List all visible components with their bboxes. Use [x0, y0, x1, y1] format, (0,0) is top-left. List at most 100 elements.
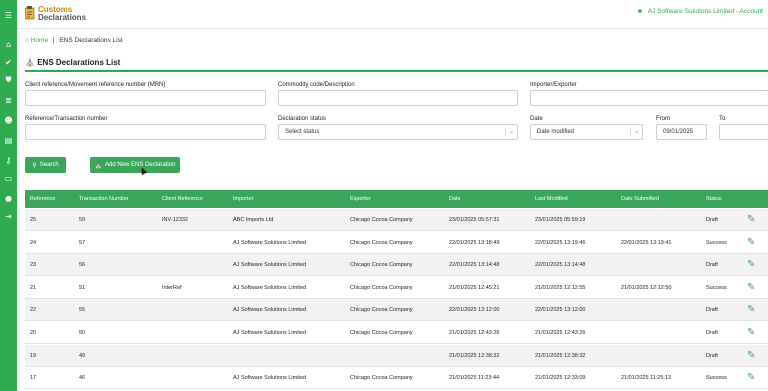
breadcrumb-separator: |	[52, 37, 55, 44]
table-cell: 21/01/2025 11:25:13	[621, 375, 672, 382]
table-cell: Chicago Cocoa Company	[350, 262, 413, 269]
shield-icon[interactable]: ⛊	[0, 74, 17, 86]
table-cell: 22/01/2025 13:19:41	[621, 239, 672, 246]
table-row[interactable]: 21 51 InterRef AJ Software Solutions Limite…	[25, 277, 768, 299]
edit-pencil-icon[interactable]: ✎	[747, 350, 759, 362]
column-header[interactable]: Date	[449, 190, 461, 208]
commodity-input[interactable]	[278, 90, 518, 106]
table-cell: 25	[30, 217, 37, 223]
table-row[interactable]: 17 46 AJ Software Solutions Limited Chicago…	[25, 367, 768, 390]
app-logo[interactable]: Customs Declarations	[25, 5, 86, 23]
add-ens-declaration-button[interactable]: ⛪ Add New ENS Declaration	[90, 157, 180, 173]
table-cell: 22/01/2025 13:12:00	[535, 307, 586, 314]
key-icon[interactable]: ⚷	[0, 154, 17, 166]
edit-pencil-icon[interactable]: ✎	[747, 214, 759, 226]
user-icon[interactable]: ●	[0, 192, 17, 204]
chevron-down-icon: ⌄	[505, 127, 517, 137]
table-cell: 22	[30, 307, 37, 314]
column-header[interactable]: Client Reference	[162, 190, 203, 208]
table-row[interactable]: 24 57 AJ Software Solutions Limited Chicago…	[25, 232, 768, 254]
person-icon: ☻	[636, 8, 644, 15]
edit-pencil-icon[interactable]: ✎	[747, 237, 759, 249]
table-cell: 20	[30, 330, 37, 336]
table-cell: 22/01/2025 13:14:48	[449, 262, 500, 269]
id-card-icon[interactable]: ▭	[0, 172, 17, 184]
edit-pencil-icon[interactable]: ✎	[747, 304, 759, 316]
top-bar: Customs Declarations ☻ AJ Software Solut…	[17, 0, 768, 29]
table-cell: 22/01/2025 13:18:49	[449, 239, 500, 246]
table-row[interactable]: 22 55 AJ Software Solutions Limited Chicago…	[25, 299, 768, 322]
breadcrumb-home-label: Home	[30, 37, 49, 44]
table-cell: Draft	[706, 352, 718, 359]
table-cell: 21/01/2025 12:38:32	[535, 352, 586, 359]
reference-input[interactable]	[25, 124, 266, 140]
date-label: Date	[530, 116, 543, 122]
table-cell: 21/01/2025 12:12:50	[621, 284, 672, 291]
table-cell: Chicago Cocoa Company	[350, 307, 413, 314]
date-type-value: Date modified	[537, 129, 575, 135]
column-header[interactable]: Reference	[30, 190, 55, 208]
client-ref-input[interactable]	[25, 90, 266, 106]
to-date-input[interactable]	[719, 124, 768, 140]
table-cell: 21/01/2025 12:12:55	[535, 284, 586, 291]
column-header[interactable]: Transaction Number	[79, 190, 129, 208]
breadcrumb-home[interactable]: ⌂ Home	[25, 37, 48, 44]
column-header[interactable]: Importer	[233, 190, 253, 208]
column-header[interactable]: Date Submitted	[621, 190, 659, 208]
edit-pencil-icon[interactable]: ✎	[747, 327, 759, 339]
column-header[interactable]: Status	[706, 190, 722, 208]
breadcrumb-current: ENS Declarations List	[59, 37, 123, 44]
home-icon[interactable]: ⌂	[0, 38, 17, 50]
column-header[interactable]: Last Modified	[535, 190, 568, 208]
sign-out-icon[interactable]: ⇥	[0, 210, 17, 222]
sidebar: ☰ ⌂ ✔ ⛊ ≣ ☻ ▤ ⚷ ▭ ● ⇥	[0, 0, 17, 391]
from-date-input[interactable]: 09/01/2025	[656, 124, 707, 140]
logo-icon	[25, 6, 35, 20]
document-icon[interactable]: ▤	[0, 134, 17, 146]
table-row[interactable]: 23 56 AJ Software Solutions Limited Chicago…	[25, 254, 768, 277]
table-cell: 23	[30, 262, 37, 269]
column-header[interactable]: Exporter	[350, 190, 371, 208]
importer-input[interactable]	[530, 90, 768, 106]
table-cell: Draft	[706, 262, 718, 269]
check-icon[interactable]: ✔	[0, 56, 17, 68]
search-icon: ⚲	[32, 161, 37, 169]
table-cell: 17	[30, 375, 37, 382]
table-cell: 21/01/2025 12:33:09	[535, 375, 586, 382]
menu-icon[interactable]: ☰	[0, 9, 17, 21]
table-row[interactable]: 25 59 INV-12332 ABC Imports Ltd Chicago Coco…	[25, 209, 768, 231]
table-cell: 21/01/2025 11:23:44	[449, 375, 500, 382]
search-button[interactable]: ⚲ Search	[25, 157, 66, 173]
table-row[interactable]: 19 49 21/01/2025 12:38:32 21/01/2025 12:38:…	[25, 344, 768, 367]
list-icon[interactable]: ≣	[0, 94, 17, 106]
table-cell: AJ Software Solutions Limited	[233, 262, 307, 269]
table-cell: Chicago Cocoa Company	[350, 330, 413, 336]
table-row[interactable]: 20 50 AJ Software Solutions Limited Chicago…	[25, 322, 768, 344]
table-cell: 49	[79, 352, 86, 359]
chevron-down-icon: ⌄	[630, 127, 642, 137]
table-cell: 50	[79, 330, 86, 336]
table-cell: ABC Imports Ltd	[233, 217, 274, 223]
table-cell: 59	[79, 217, 86, 223]
table-cell: 21/01/2025 12:45:21	[449, 284, 500, 291]
table-cell: Success	[706, 284, 727, 291]
date-type-select[interactable]: Date modified ⌄	[530, 124, 643, 140]
table-cell: INV-12332	[162, 217, 188, 223]
edit-pencil-icon[interactable]: ✎	[747, 372, 759, 384]
table-cell: 22/01/2025 13:19:46	[535, 239, 586, 246]
users-icon[interactable]: ☻	[0, 114, 17, 126]
shield-icon: ⛪	[94, 161, 103, 169]
table-cell: 21	[30, 284, 37, 291]
edit-pencil-icon[interactable]: ✎	[747, 259, 759, 271]
table-cell: 19	[30, 352, 37, 359]
table-cell: 51	[79, 284, 86, 291]
account-menu[interactable]: ☻ AJ Software Solutions Limited - Accoun…	[636, 8, 763, 15]
table-cell: Success	[706, 375, 727, 382]
section-divider	[25, 70, 768, 72]
table-cell: 22/01/2025 13:14:48	[535, 262, 586, 269]
edit-pencil-icon[interactable]: ✎	[747, 282, 759, 294]
table-cell: AJ Software Solutions Limited	[233, 375, 307, 382]
status-select[interactable]: Select status ⌄	[278, 124, 518, 140]
search-button-label: Search	[39, 162, 59, 168]
table-cell: Chicago Cocoa Company	[350, 239, 413, 246]
